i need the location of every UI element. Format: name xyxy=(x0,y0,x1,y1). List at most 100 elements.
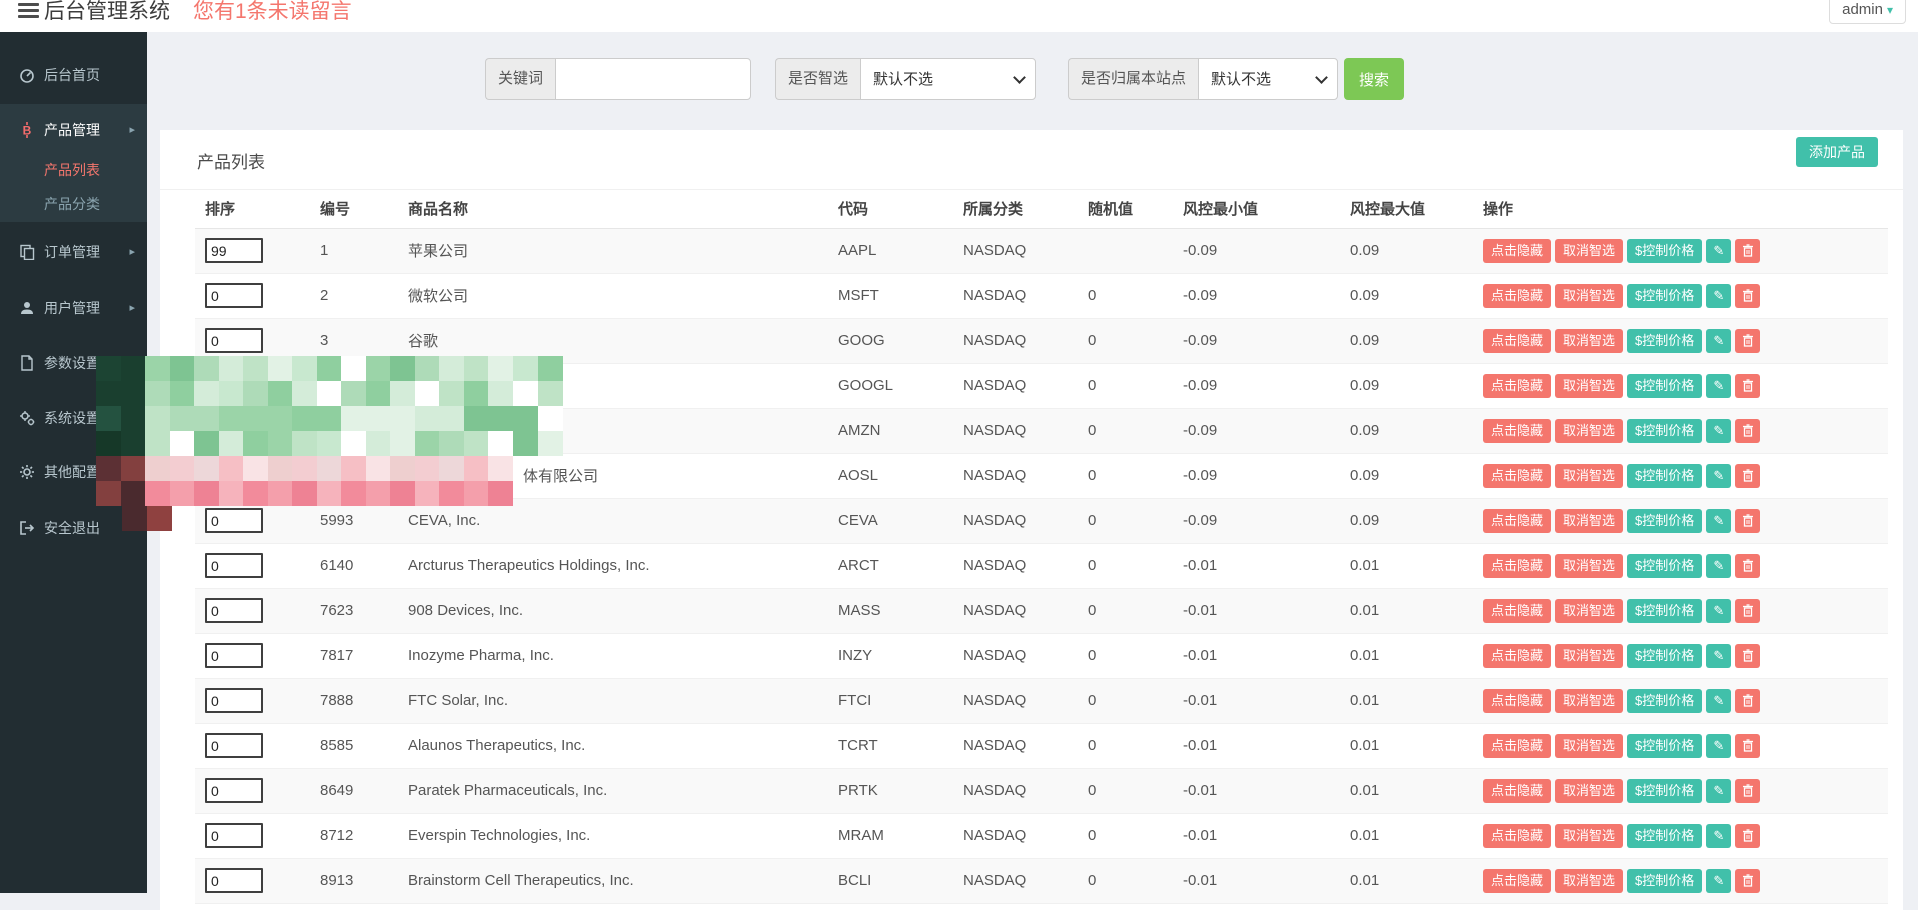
cancel-smart-button[interactable]: 取消智选 xyxy=(1555,554,1623,578)
sidebar-item-parameter-settings[interactable]: 参数设置 xyxy=(0,348,147,378)
sort-input[interactable] xyxy=(205,508,263,533)
sort-input[interactable] xyxy=(205,463,263,488)
delete-icon-button[interactable] xyxy=(1735,374,1760,398)
cancel-smart-button[interactable]: 取消智选 xyxy=(1555,419,1623,443)
sidebar-item-system-settings[interactable]: 系统设置 xyxy=(0,403,147,433)
edit-icon-button[interactable]: ✎ xyxy=(1706,599,1731,623)
hide-button[interactable]: 点击隐藏 xyxy=(1483,779,1551,803)
sidebar-item-order-management[interactable]: 订单管理 ▸ xyxy=(0,237,147,267)
edit-icon-button[interactable]: ✎ xyxy=(1706,689,1731,713)
control-price-button[interactable]: $控制价格 xyxy=(1627,869,1702,893)
cancel-smart-button[interactable]: 取消智选 xyxy=(1555,374,1623,398)
sort-input[interactable] xyxy=(205,553,263,578)
edit-icon-button[interactable]: ✎ xyxy=(1706,509,1731,533)
edit-icon-button[interactable]: ✎ xyxy=(1706,464,1731,488)
sidebar-item-product-category[interactable]: 产品分类 xyxy=(0,189,147,219)
delete-icon-button[interactable] xyxy=(1735,644,1760,668)
cancel-smart-button[interactable]: 取消智选 xyxy=(1555,464,1623,488)
control-price-button[interactable]: $控制价格 xyxy=(1627,779,1702,803)
cancel-smart-button[interactable]: 取消智选 xyxy=(1555,599,1623,623)
sidebar-item-dashboard[interactable]: 后台首页 xyxy=(0,60,147,90)
delete-icon-button[interactable] xyxy=(1735,824,1760,848)
edit-icon-button[interactable]: ✎ xyxy=(1706,734,1731,758)
smart-select-dropdown[interactable]: 默认不选 xyxy=(860,58,1036,100)
delete-icon-button[interactable] xyxy=(1735,464,1760,488)
add-product-button[interactable]: 添加产品 xyxy=(1796,137,1878,167)
keyword-input[interactable] xyxy=(555,58,751,100)
sort-input[interactable] xyxy=(205,868,263,893)
control-price-button[interactable]: $控制价格 xyxy=(1627,734,1702,758)
control-price-button[interactable]: $控制价格 xyxy=(1627,284,1702,308)
sidebar-item-logout[interactable]: 安全退出 xyxy=(0,513,147,543)
hide-button[interactable]: 点击隐藏 xyxy=(1483,239,1551,263)
control-price-button[interactable]: $控制价格 xyxy=(1627,239,1702,263)
hide-button[interactable]: 点击隐藏 xyxy=(1483,689,1551,713)
cancel-smart-button[interactable]: 取消智选 xyxy=(1555,734,1623,758)
sort-input[interactable] xyxy=(205,688,263,713)
cancel-smart-button[interactable]: 取消智选 xyxy=(1555,284,1623,308)
hide-button[interactable]: 点击隐藏 xyxy=(1483,374,1551,398)
control-price-button[interactable]: $控制价格 xyxy=(1627,599,1702,623)
sort-input[interactable] xyxy=(205,643,263,668)
cancel-smart-button[interactable]: 取消智选 xyxy=(1555,509,1623,533)
edit-icon-button[interactable]: ✎ xyxy=(1706,284,1731,308)
delete-icon-button[interactable] xyxy=(1735,284,1760,308)
delete-icon-button[interactable] xyxy=(1735,329,1760,353)
hide-button[interactable]: 点击隐藏 xyxy=(1483,869,1551,893)
cancel-smart-button[interactable]: 取消智选 xyxy=(1555,779,1623,803)
edit-icon-button[interactable]: ✎ xyxy=(1706,329,1731,353)
search-button[interactable]: 搜索 xyxy=(1344,58,1404,100)
sort-input[interactable] xyxy=(205,598,263,623)
sidebar-item-user-management[interactable]: 用户管理 ▸ xyxy=(0,293,147,323)
control-price-button[interactable]: $控制价格 xyxy=(1627,824,1702,848)
delete-icon-button[interactable] xyxy=(1735,419,1760,443)
cancel-smart-button[interactable]: 取消智选 xyxy=(1555,824,1623,848)
delete-icon-button[interactable] xyxy=(1735,554,1760,578)
edit-icon-button[interactable]: ✎ xyxy=(1706,554,1731,578)
hide-button[interactable]: 点击隐藏 xyxy=(1483,734,1551,758)
delete-icon-button[interactable] xyxy=(1735,689,1760,713)
control-price-button[interactable]: $控制价格 xyxy=(1627,329,1702,353)
sort-input[interactable] xyxy=(205,778,263,803)
hamburger-menu-icon[interactable] xyxy=(18,3,39,20)
cancel-smart-button[interactable]: 取消智选 xyxy=(1555,329,1623,353)
unread-message-notice[interactable]: 您有1条未读留言 xyxy=(193,0,352,25)
hide-button[interactable]: 点击隐藏 xyxy=(1483,284,1551,308)
delete-icon-button[interactable] xyxy=(1735,509,1760,533)
sort-input[interactable] xyxy=(205,733,263,758)
hide-button[interactable]: 点击隐藏 xyxy=(1483,599,1551,623)
control-price-button[interactable]: $控制价格 xyxy=(1627,374,1702,398)
sidebar-item-product-list[interactable]: 产品列表 xyxy=(0,155,147,185)
sort-input[interactable] xyxy=(205,238,263,263)
hide-button[interactable]: 点击隐藏 xyxy=(1483,419,1551,443)
control-price-button[interactable]: $控制价格 xyxy=(1627,419,1702,443)
site-dropdown[interactable]: 默认不选 xyxy=(1198,58,1338,100)
delete-icon-button[interactable] xyxy=(1735,869,1760,893)
cancel-smart-button[interactable]: 取消智选 xyxy=(1555,239,1623,263)
sort-input[interactable] xyxy=(205,283,263,308)
sort-input[interactable] xyxy=(205,328,263,353)
delete-icon-button[interactable] xyxy=(1735,239,1760,263)
control-price-button[interactable]: $控制价格 xyxy=(1627,689,1702,713)
hide-button[interactable]: 点击隐藏 xyxy=(1483,464,1551,488)
sort-input[interactable] xyxy=(205,373,263,398)
edit-icon-button[interactable]: ✎ xyxy=(1706,779,1731,803)
delete-icon-button[interactable] xyxy=(1735,599,1760,623)
control-price-button[interactable]: $控制价格 xyxy=(1627,644,1702,668)
cancel-smart-button[interactable]: 取消智选 xyxy=(1555,869,1623,893)
control-price-button[interactable]: $控制价格 xyxy=(1627,554,1702,578)
sort-input[interactable] xyxy=(205,823,263,848)
delete-icon-button[interactable] xyxy=(1735,779,1760,803)
hide-button[interactable]: 点击隐藏 xyxy=(1483,554,1551,578)
edit-icon-button[interactable]: ✎ xyxy=(1706,374,1731,398)
user-menu[interactable]: admin▾ xyxy=(1829,0,1906,24)
delete-icon-button[interactable] xyxy=(1735,734,1760,758)
edit-icon-button[interactable]: ✎ xyxy=(1706,239,1731,263)
hide-button[interactable]: 点击隐藏 xyxy=(1483,329,1551,353)
hide-button[interactable]: 点击隐藏 xyxy=(1483,644,1551,668)
sidebar-item-other-config[interactable]: 其他配置 xyxy=(0,457,147,487)
edit-icon-button[interactable]: ✎ xyxy=(1706,419,1731,443)
edit-icon-button[interactable]: ✎ xyxy=(1706,869,1731,893)
cancel-smart-button[interactable]: 取消智选 xyxy=(1555,689,1623,713)
sidebar-item-product-management[interactable]: B 产品管理 ▸ xyxy=(0,115,147,145)
